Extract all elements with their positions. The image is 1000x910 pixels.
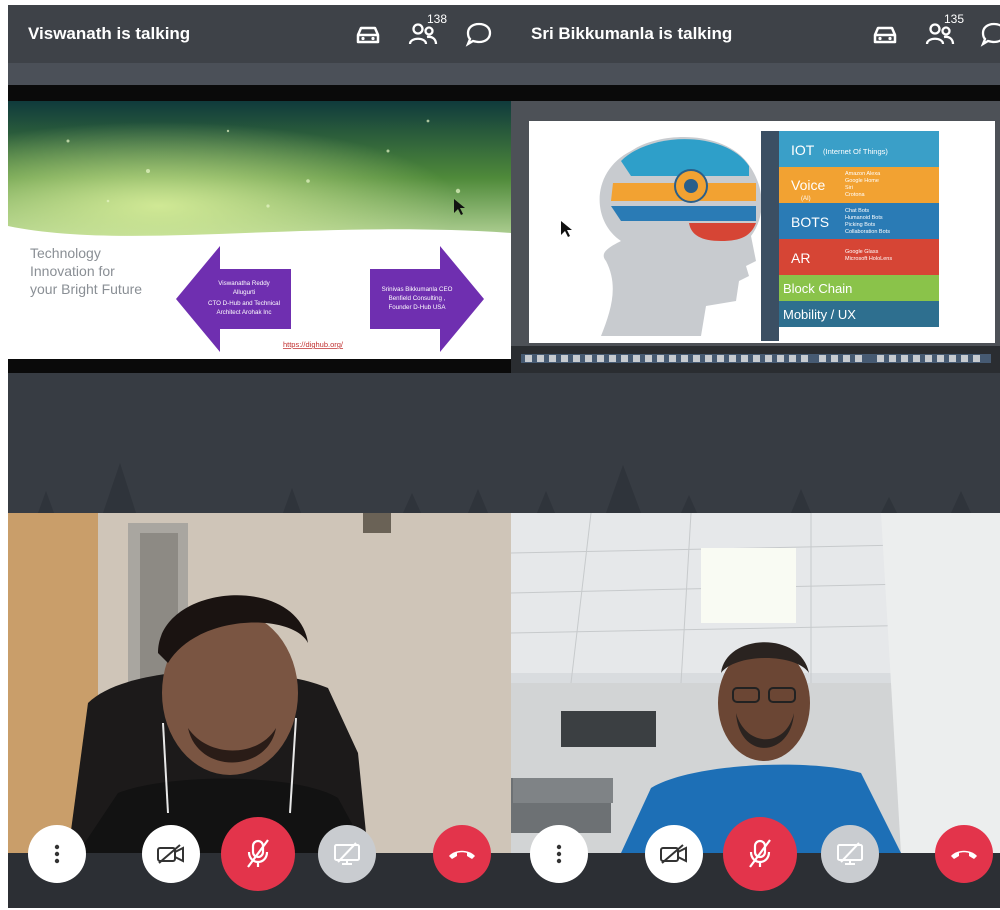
screen-share-off-icon — [334, 842, 360, 865]
bots-detail-3: Picking Bots — [845, 222, 876, 228]
toggle-mic-button[interactable] — [221, 817, 295, 891]
taskbar-icons — [521, 354, 991, 363]
hang-up-icon — [951, 850, 977, 859]
speaker-title: Viswanath is talking — [28, 24, 191, 43]
more-vertical-icon — [556, 844, 562, 864]
hang-up-button[interactable] — [433, 825, 491, 883]
camera-off-icon — [660, 844, 687, 864]
row-ar-label: AR — [791, 250, 810, 266]
toggle-camera-button[interactable] — [142, 825, 200, 883]
right-arrow-line-3: Founder D-Hub USA — [388, 304, 446, 311]
participant-video — [511, 513, 1000, 853]
mic-off-icon — [749, 839, 771, 868]
toggle-mic-button[interactable] — [723, 817, 797, 891]
speaker-title: Sri Bikkumanla is talking — [531, 24, 733, 43]
header-strip — [511, 63, 1000, 85]
bots-detail-1: Chat Bots — [845, 208, 869, 214]
car-icon[interactable] — [353, 19, 383, 49]
bots-detail-4: Collaboration Bots — [845, 229, 890, 235]
right-arrow-line-2: Benfield Consulting , — [389, 295, 446, 302]
more-options-button[interactable] — [530, 825, 588, 883]
ar-detail-2: Microsoft HoloLens — [845, 256, 892, 262]
background-area — [8, 373, 511, 513]
share-top-bar — [511, 85, 1000, 101]
share-top-bar — [8, 85, 511, 101]
more-vertical-icon — [54, 844, 60, 864]
header-bar: Sri Bikkumanla is talking 135 — [511, 5, 1000, 63]
video-conference-screen: Viswanath is talking 138 Technology Inno… — [0, 0, 1000, 910]
shared-screen-left: Technology Innovation for your Bright Fu… — [8, 101, 511, 373]
hang-up-button[interactable] — [935, 825, 993, 883]
left-arrow-line-3: CTO D-Hub and Technical — [208, 300, 280, 307]
row-iot-sub: (Internet Of Things) — [823, 147, 888, 156]
participant-count: 138 — [427, 12, 448, 26]
participants-button[interactable]: 135 — [918, 12, 964, 49]
header-bar: Viswanath is talking 138 — [8, 5, 511, 63]
voice-detail-4: Crotona — [845, 192, 866, 198]
left-arrow-line-2: Allugurti — [233, 289, 255, 296]
slide-heading-line-1: Technology — [30, 245, 101, 261]
slide-link[interactable]: https://dighub.org/ — [283, 340, 344, 349]
row-bots-label: BOTS — [791, 214, 829, 230]
voice-detail-2: Google Home — [845, 178, 879, 184]
participants-button[interactable]: 138 — [401, 12, 447, 49]
share-screen-button[interactable] — [821, 825, 879, 883]
chat-icon[interactable] — [465, 19, 493, 49]
left-arrow-line-1: Viswanatha Reddy — [218, 280, 270, 287]
row-blockchain-label: Block Chain — [783, 281, 852, 296]
shared-screen-right: IOT (Internet Of Things) Voice (AI) Amaz… — [511, 101, 1000, 373]
chat-icon[interactable] — [980, 19, 1000, 49]
row-voice-label: Voice — [791, 177, 825, 193]
participant-count: 135 — [944, 12, 965, 26]
mic-off-icon — [247, 839, 269, 868]
voice-detail-3: Siri — [845, 185, 853, 191]
toggle-camera-button[interactable] — [645, 825, 703, 883]
slide-heading-line-2: Innovation for — [30, 263, 115, 279]
left-arrow-line-4: Architect Arohak Inc — [216, 309, 271, 316]
background-area — [511, 373, 1000, 513]
right-arrow-line-1: Srinivas Bikkumanla CEO — [382, 286, 453, 293]
share-screen-button[interactable] — [318, 825, 376, 883]
row-voice-sub: (AI) — [801, 196, 811, 202]
screen-share-off-icon — [837, 842, 863, 865]
voice-detail-1: Amazon Alexa — [845, 171, 881, 177]
car-icon[interactable] — [870, 19, 900, 49]
row-mobility-label: Mobility / UX — [783, 307, 856, 322]
row-iot-label: IOT — [791, 142, 815, 158]
slide-heading-line-3: your Bright Future — [30, 281, 142, 297]
hang-up-icon — [449, 850, 475, 859]
ar-detail-1: Google Glass — [845, 249, 879, 255]
slide-rows: IOT (Internet Of Things) Voice (AI) Amaz… — [779, 131, 939, 327]
more-options-button[interactable] — [28, 825, 86, 883]
participant-pane-right: Sri Bikkumanla is talking 135 IOT (Inter… — [511, 5, 1000, 908]
header-strip — [8, 63, 511, 85]
participant-pane-left: Viswanath is talking 138 Technology Inno… — [8, 5, 511, 908]
bots-detail-2: Humanoid Bots — [845, 215, 883, 221]
participant-video — [8, 513, 511, 853]
camera-off-icon — [157, 844, 184, 864]
